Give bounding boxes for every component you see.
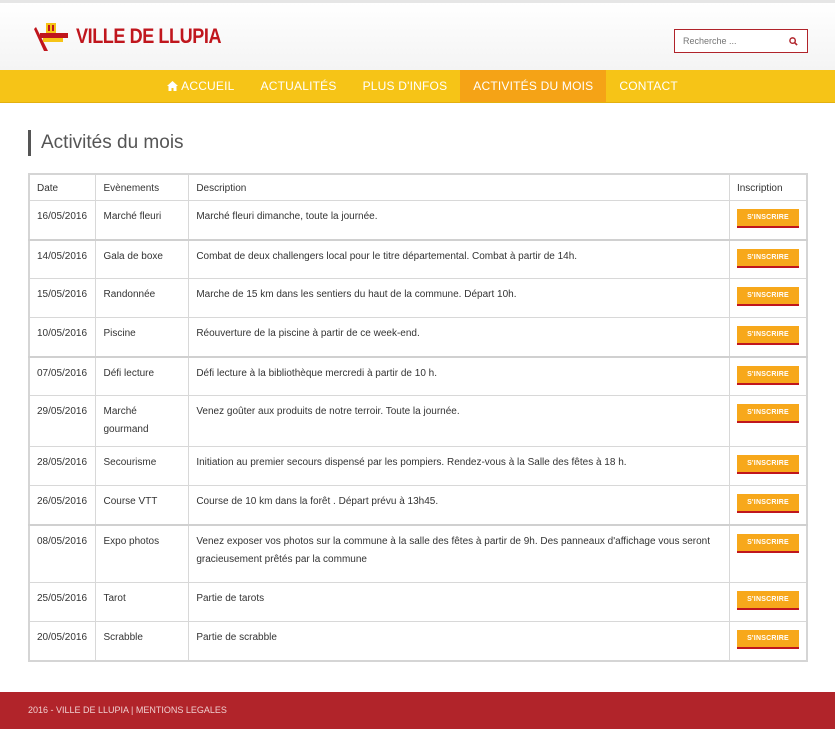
cell-description: Venez exposer vos photos sur la commune … bbox=[188, 523, 730, 583]
cell-event: Défi lecture bbox=[95, 355, 190, 396]
cell-description: Marché fleuri dimanche, toute la journée… bbox=[188, 200, 730, 240]
table-row: 08/05/2016 Expo photos Venez exposer vos… bbox=[28, 523, 808, 583]
cell-date: 14/05/2016 bbox=[28, 238, 97, 279]
cell-date: 15/05/2016 bbox=[28, 278, 97, 318]
cell-description: Initiation au premier secours dispensé p… bbox=[188, 446, 730, 486]
cell-event: Tarot bbox=[95, 582, 190, 622]
cell-description: Défi lecture à la bibliothèque mercredi … bbox=[188, 355, 730, 396]
nav-item-label: ACTIVITÉS DU MOIS bbox=[473, 79, 594, 93]
main-nav: ACCUEIL ACTUALITÉS PLUS D'INFOS ACTIVITÉ… bbox=[0, 70, 835, 103]
table-row: 16/05/2016 Marché fleuri Marché fleuri d… bbox=[28, 200, 808, 240]
nav-item-contact[interactable]: CONTACT bbox=[606, 70, 691, 102]
site-header: VILLE DE LLUPIA bbox=[0, 3, 835, 70]
cell-event: Piscine bbox=[95, 317, 190, 357]
cell-inscription: S'INSCRIRE bbox=[728, 621, 808, 661]
column-header-description: Description bbox=[188, 173, 730, 201]
register-button[interactable]: S'INSCRIRE bbox=[736, 209, 799, 228]
cell-inscription: S'INSCRIRE bbox=[728, 355, 808, 396]
register-button[interactable]: S'INSCRIRE bbox=[736, 404, 799, 423]
cell-inscription: S'INSCRIRE bbox=[728, 395, 808, 447]
table-header-row: Date Evènements Description Inscription bbox=[28, 173, 808, 201]
register-button[interactable]: S'INSCRIRE bbox=[736, 248, 799, 268]
cell-description: Venez goûter aux produits de notre terro… bbox=[188, 395, 730, 447]
nav-item-activites-du-mois[interactable]: ACTIVITÉS DU MOIS bbox=[460, 70, 607, 102]
table-row: 20/05/2016 Scrabble Partie de scrabble S… bbox=[28, 621, 808, 661]
cell-description: Réouverture de la piscine à partir de ce… bbox=[188, 317, 730, 357]
cell-event: Randonnée bbox=[95, 278, 190, 318]
footer-text[interactable]: 2016 - VILLE DE LLUPIA | MENTIONS LEGALE… bbox=[28, 705, 227, 715]
activities-table: Date Evènements Description Inscription … bbox=[28, 173, 808, 662]
cell-description: Combat de deux challengers local pour le… bbox=[188, 238, 730, 279]
cell-description: Partie de tarots bbox=[188, 582, 730, 622]
cell-date: 10/05/2016 bbox=[28, 317, 97, 357]
column-header-inscription: Inscription bbox=[728, 173, 808, 201]
cell-date: 16/05/2016 bbox=[28, 200, 97, 240]
home-icon bbox=[167, 81, 179, 91]
cell-date: 07/05/2016 bbox=[28, 355, 97, 396]
cell-event: Marché fleuri bbox=[95, 200, 190, 240]
cell-date: 28/05/2016 bbox=[28, 446, 97, 486]
cell-inscription: S'INSCRIRE bbox=[728, 485, 808, 525]
table-row: 10/05/2016 Piscine Réouverture de la pis… bbox=[28, 317, 808, 357]
cell-date: 29/05/2016 bbox=[28, 395, 97, 447]
cell-date: 20/05/2016 bbox=[28, 621, 97, 661]
search-icon[interactable] bbox=[783, 31, 803, 51]
cell-event: Gala de boxe bbox=[95, 238, 190, 279]
table-row: 29/05/2016 Marché gourmand Venez goûter … bbox=[28, 395, 808, 447]
search-box bbox=[674, 29, 808, 53]
nav-item-label: PLUS D'INFOS bbox=[362, 79, 448, 93]
register-button[interactable]: S'INSCRIRE bbox=[736, 591, 799, 610]
nav-item-accueil[interactable]: ACCUEIL bbox=[154, 70, 247, 102]
site-footer: 2016 - VILLE DE LLUPIA | MENTIONS LEGALE… bbox=[0, 692, 835, 729]
cell-inscription: S'INSCRIRE bbox=[728, 317, 808, 357]
page-title: Activités du mois bbox=[28, 130, 184, 156]
nav-item-label: CONTACT bbox=[619, 79, 678, 93]
cell-inscription: S'INSCRIRE bbox=[728, 582, 808, 622]
register-button[interactable]: S'INSCRIRE bbox=[736, 326, 799, 345]
cell-description: Course de 10 km dans la forêt . Départ p… bbox=[188, 485, 730, 525]
nav-item-plus-infos[interactable]: PLUS D'INFOS bbox=[350, 70, 461, 102]
site-logo[interactable]: VILLE DE LLUPIA bbox=[34, 21, 245, 53]
register-button[interactable]: S'INSCRIRE bbox=[736, 494, 799, 513]
logo-text: VILLE DE LLUPIA bbox=[76, 25, 222, 48]
table-row: 28/05/2016 Secourisme Initiation au prem… bbox=[28, 446, 808, 486]
cell-date: 25/05/2016 bbox=[28, 582, 97, 622]
cell-event: Scrabble bbox=[95, 621, 190, 661]
table-row: 25/05/2016 Tarot Partie de tarots S'INSC… bbox=[28, 582, 808, 622]
register-button[interactable]: S'INSCRIRE bbox=[736, 287, 799, 306]
cell-event: Expo photos bbox=[95, 523, 190, 583]
register-button[interactable]: S'INSCRIRE bbox=[736, 365, 799, 385]
cell-event: Secourisme bbox=[95, 446, 190, 486]
register-button[interactable]: S'INSCRIRE bbox=[736, 533, 799, 553]
logo-emblem-icon bbox=[34, 21, 72, 53]
cell-event: Marché gourmand bbox=[95, 395, 190, 447]
table-row: 15/05/2016 Randonnée Marche de 15 km dan… bbox=[28, 278, 808, 318]
table-row: 07/05/2016 Défi lecture Défi lecture à l… bbox=[28, 355, 808, 396]
nav-item-label: ACCUEIL bbox=[181, 79, 235, 93]
cell-inscription: S'INSCRIRE bbox=[728, 200, 808, 240]
cell-date: 26/05/2016 bbox=[28, 485, 97, 525]
column-header-date: Date bbox=[28, 173, 97, 201]
table-row: 26/05/2016 Course VTT Course de 10 km da… bbox=[28, 485, 808, 525]
cell-description: Partie de scrabble bbox=[188, 621, 730, 661]
nav-item-actualites[interactable]: ACTUALITÉS bbox=[248, 70, 350, 102]
search-input[interactable] bbox=[675, 31, 783, 51]
register-button[interactable]: S'INSCRIRE bbox=[736, 455, 799, 474]
cell-inscription: S'INSCRIRE bbox=[728, 446, 808, 486]
table-row: 14/05/2016 Gala de boxe Combat de deux c… bbox=[28, 238, 808, 279]
register-button[interactable]: S'INSCRIRE bbox=[736, 630, 799, 649]
nav-item-label: ACTUALITÉS bbox=[260, 79, 337, 93]
cell-description: Marche de 15 km dans les sentiers du hau… bbox=[188, 278, 730, 318]
column-header-event: Evènements bbox=[95, 173, 190, 201]
cell-event: Course VTT bbox=[95, 485, 190, 525]
cell-date: 08/05/2016 bbox=[28, 523, 97, 583]
cell-inscription: S'INSCRIRE bbox=[728, 278, 808, 318]
cell-inscription: S'INSCRIRE bbox=[728, 238, 808, 279]
cell-inscription: S'INSCRIRE bbox=[728, 523, 808, 583]
